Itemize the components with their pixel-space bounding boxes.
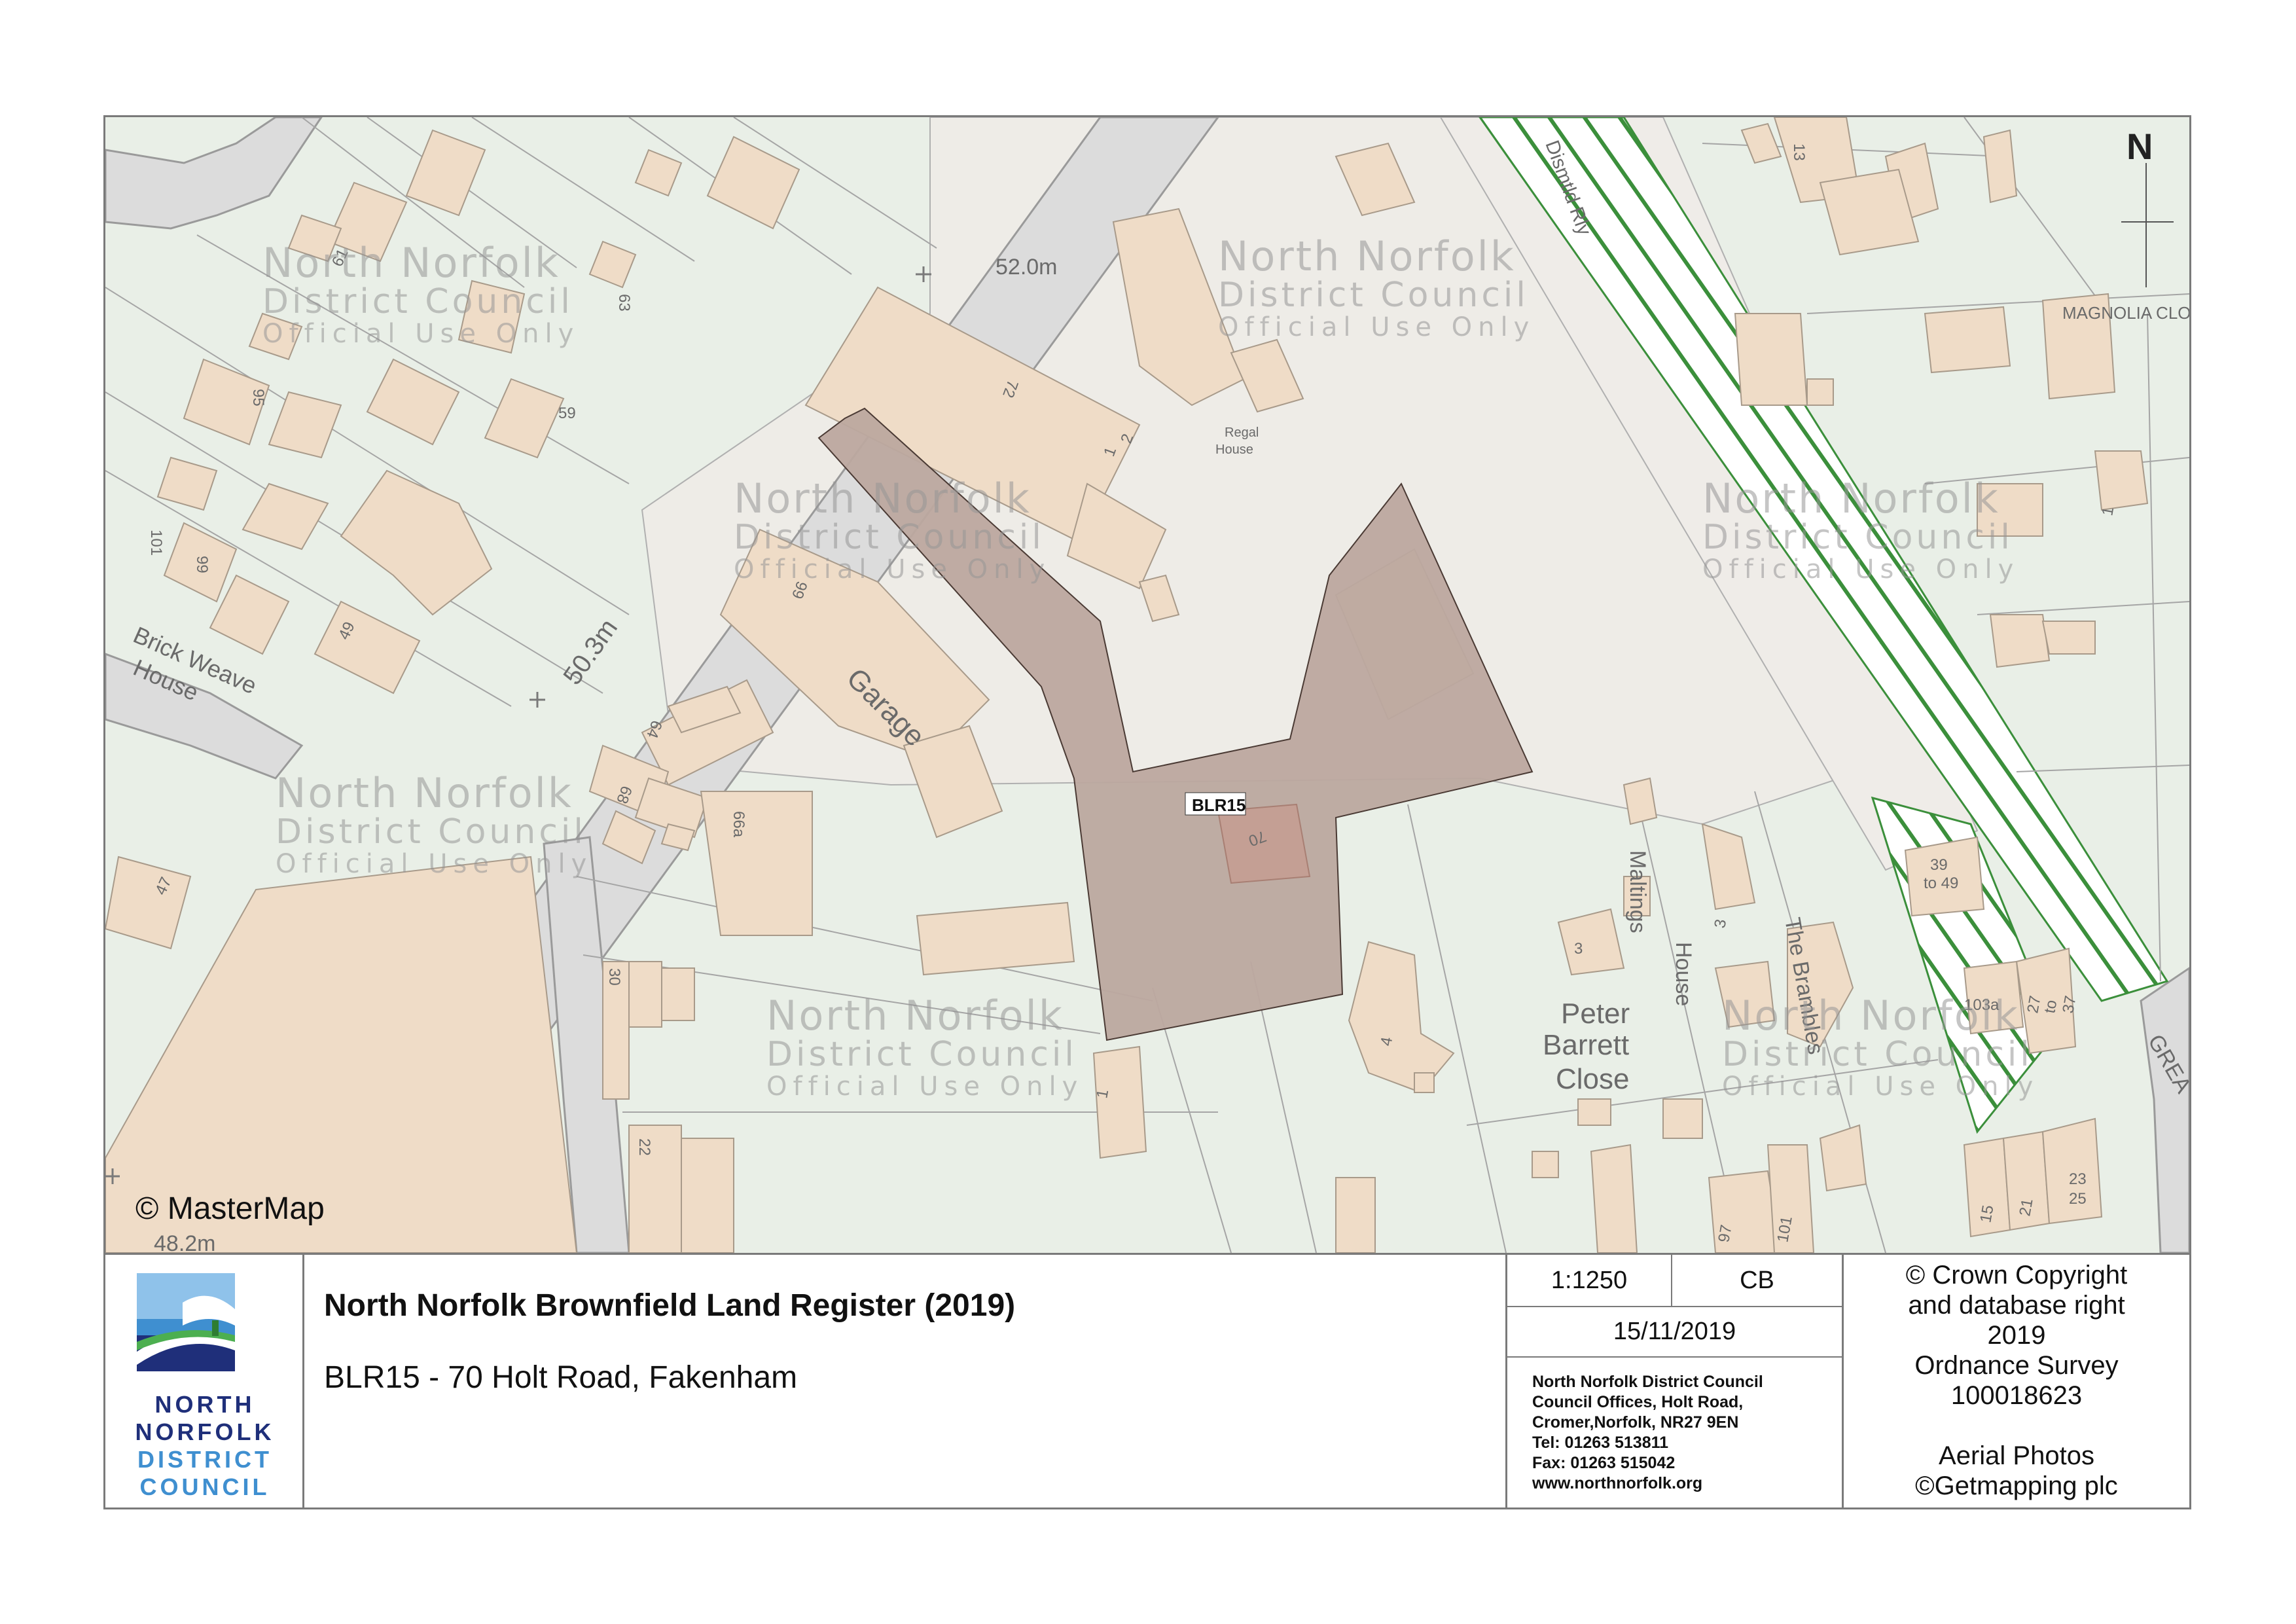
spot-height-48: 48.2m <box>154 1231 216 1253</box>
map-graphics: Garage Brick Weave House Regal House Mal… <box>105 117 2189 1253</box>
label-magnolia: MAGNOLIA CLO <box>2062 303 2189 323</box>
house-number: 63 <box>615 294 633 312</box>
house-number: 66a <box>730 811 747 838</box>
map-canvas[interactable]: Garage Brick Weave House Regal House Mal… <box>105 117 2189 1253</box>
house-number: 39 <box>1930 856 1948 874</box>
logo-text-council: COUNCIL <box>139 1473 270 1500</box>
address-line: North Norfolk District Council <box>1532 1373 1763 1391</box>
copyright-line: Ordnance Survey <box>1914 1351 2119 1380</box>
house-number: 30 <box>605 968 623 986</box>
author-initials: CB <box>1672 1255 1842 1307</box>
address-line: Council Offices, Holt Road, <box>1532 1393 1744 1411</box>
mastermap-attribution: © MasterMap <box>135 1191 325 1226</box>
copyright-line: ©Getmapping plc <box>1915 1471 2118 1500</box>
house-number: 37 <box>2059 994 2079 1015</box>
council-logo: NORTH NORFOLK DISTRICT COUNCIL <box>105 1255 304 1509</box>
map-sheet: Garage Brick Weave House Regal House Mal… <box>103 115 2191 1509</box>
label-maltings-1: Maltings <box>1625 850 1650 933</box>
address-line: Cromer,Norfolk, NR27 9EN <box>1532 1413 1739 1432</box>
map-scale: 1:1250 <box>1507 1255 1672 1307</box>
title-block: NORTH NORFOLK DISTRICT COUNCIL North Nor… <box>105 1253 2189 1509</box>
label-barrett: Barrett <box>1543 1029 1629 1061</box>
copyright-line: Aerial Photos <box>1939 1441 2094 1470</box>
address-website: www.northnorfolk.org <box>1532 1474 1703 1492</box>
spot-height-52: 52.0m <box>996 255 1058 280</box>
copyright-line: 100018623 <box>1950 1381 2083 1410</box>
logo-text-district: DISTRICT <box>137 1446 272 1473</box>
address-fax: Fax: 01263 515042 <box>1532 1454 1676 1472</box>
house-number: 21 <box>2016 1197 2036 1218</box>
house-number: 97 <box>1715 1223 1735 1244</box>
house-number: 95 <box>249 389 267 406</box>
label-maltings-2: House <box>1671 942 1696 1006</box>
house-number: 59 <box>558 405 576 422</box>
site-label: BLR15 <box>1192 795 1246 815</box>
copyright-spacer <box>1844 1411 2189 1441</box>
copyright-line: 2019 <box>1987 1321 2046 1350</box>
council-address: North Norfolk District Council Council O… <box>1507 1358 1842 1509</box>
house-number: 101 <box>147 530 165 556</box>
house-number: 13 <box>1790 143 1808 161</box>
north-arrow-label: N <box>2126 126 2153 167</box>
house-number: 23 <box>2069 1170 2087 1188</box>
house-number: to 49 <box>1924 875 1958 892</box>
map-date: 15/11/2019 <box>1507 1307 1842 1358</box>
map-title: North Norfolk Brownfield Land Register (… <box>324 1288 1016 1323</box>
logo-text-north: NORTH <box>154 1391 255 1418</box>
house-number: 25 <box>2069 1190 2087 1208</box>
house-number: 22 <box>636 1138 653 1156</box>
copyright-line: © Crown Copyright <box>1905 1261 2128 1290</box>
map-subtitle: BLR15 - 70 Holt Road, Fakenham <box>324 1360 798 1395</box>
copyright-line: and database right <box>1908 1291 2125 1320</box>
title-cell: North Norfolk Brownfield Land Register (… <box>304 1255 1507 1509</box>
label-regal-1: Regal <box>1225 425 1259 440</box>
council-logo-icon <box>137 1273 235 1371</box>
house-number: 103a <box>1964 996 2000 1014</box>
house-number: 3 <box>1574 940 1583 958</box>
house-number: 99 <box>193 556 211 573</box>
address-telephone: Tel: 01263 513811 <box>1532 1434 1669 1452</box>
label-close: Close <box>1556 1063 1630 1095</box>
label-regal-2: House <box>1215 442 1253 457</box>
house-number: 15 <box>1977 1204 1997 1224</box>
label-peter: Peter <box>1561 998 1630 1030</box>
copyright-notice: © Crown Copyright and database right 201… <box>1842 1255 2189 1509</box>
logo-text-norfolk: NORFOLK <box>135 1418 275 1445</box>
